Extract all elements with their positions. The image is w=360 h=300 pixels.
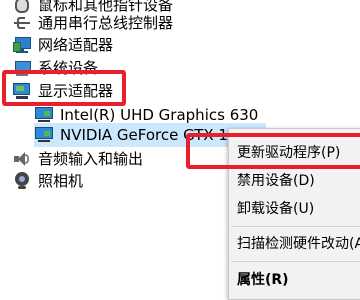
tree-item-label: 音频输入和输出 xyxy=(38,150,144,168)
menu-item-disable-device[interactable]: 禁用设备(D) xyxy=(237,169,315,193)
tree-item-network-adapter[interactable]: 网络适配器 xyxy=(12,33,113,57)
menu-separator xyxy=(231,261,360,262)
gpu-icon xyxy=(34,126,54,144)
tree-item-usb[interactable]: 通用串行总线控制器 xyxy=(12,11,173,35)
usb-icon xyxy=(12,14,32,32)
menu-separator xyxy=(231,226,360,227)
tree-item-label: 通用串行总线控制器 xyxy=(38,14,174,32)
menu-item-properties[interactable]: 属性(R) xyxy=(237,268,289,292)
tree-item-label: 网络适配器 xyxy=(38,36,114,54)
speaker-icon xyxy=(12,150,32,168)
gpu-icon xyxy=(34,106,54,124)
tree-item-audio[interactable]: 音频输入和输出 xyxy=(12,147,143,171)
update-driver-highlight xyxy=(186,133,360,169)
tree-item-camera[interactable]: 照相机 xyxy=(12,169,83,193)
camera-icon xyxy=(12,172,32,190)
network-adapter-icon xyxy=(12,36,32,54)
display-adapter-highlight xyxy=(2,70,126,106)
menu-item-uninstall-device[interactable]: 卸载设备(U) xyxy=(237,197,314,221)
menu-item-scan-hardware[interactable]: 扫描检测硬件改动(A) xyxy=(237,232,360,256)
tree-item-label: 照相机 xyxy=(38,172,84,190)
